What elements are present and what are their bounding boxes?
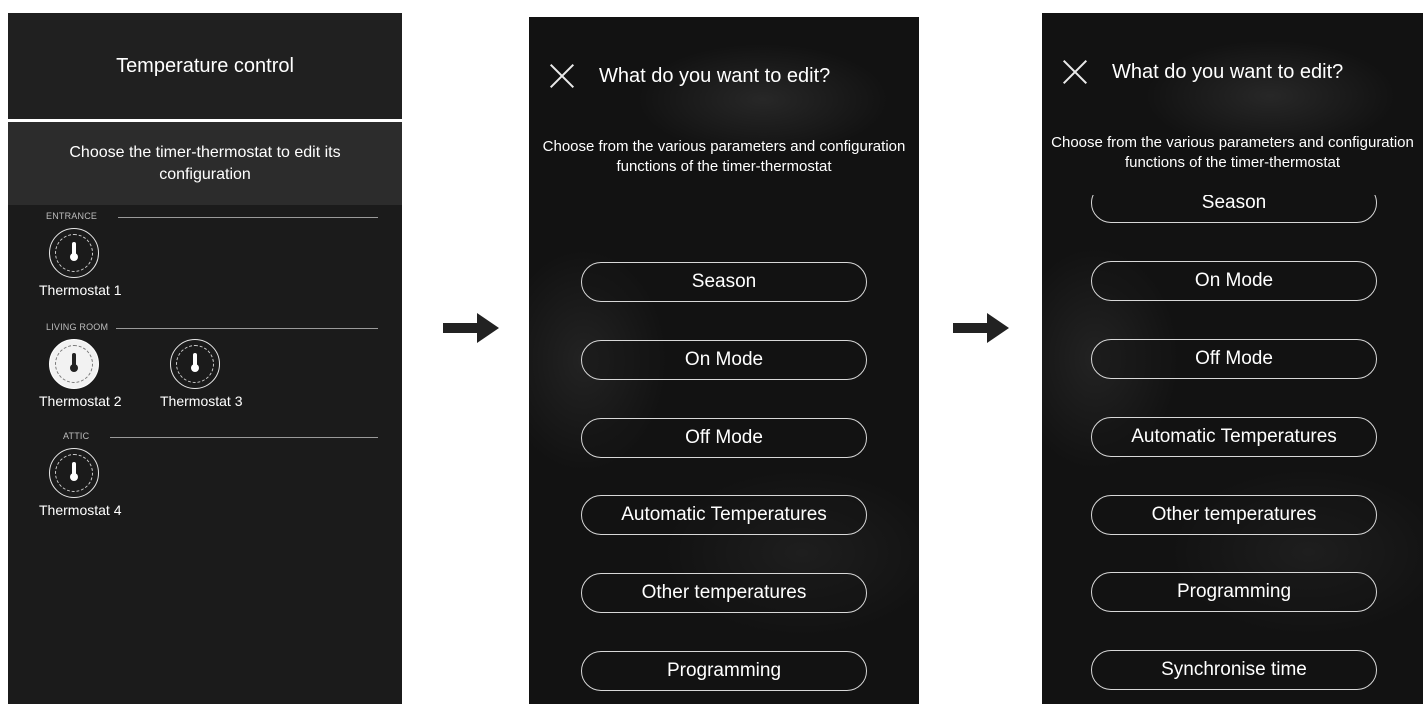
option-synchronise-time-button[interactable]: Synchronise time — [1091, 650, 1377, 690]
section-divider — [110, 437, 378, 438]
close-icon[interactable] — [549, 63, 575, 89]
thermostat-item-selected[interactable]: Thermostat 2 — [39, 339, 159, 409]
section-label: ATTIC — [63, 431, 90, 441]
thermostat-name: Thermostat 4 — [39, 502, 122, 518]
option-on-mode-button[interactable]: On Mode — [581, 340, 867, 380]
section-label: ENTRANCE — [46, 211, 98, 221]
thermostat-dial-icon — [170, 339, 220, 389]
thermostat-dial-icon — [49, 448, 99, 498]
thermostat-item[interactable]: Thermostat 3 — [160, 339, 280, 409]
edit-description: Choose from the various parameters and c… — [1051, 134, 1414, 171]
option-on-mode-button[interactable]: On Mode — [1091, 261, 1377, 301]
options-scroll-list[interactable]: Season On Mode Off Mode Automatic Temper… — [1042, 195, 1423, 704]
arrow-right-icon — [443, 313, 499, 343]
page-title: Temperature control — [8, 13, 402, 119]
thermostat-item[interactable]: Thermostat 1 — [39, 228, 159, 298]
thermostat-name: Thermostat 2 — [39, 393, 122, 409]
edit-menu-screen-scrolled: What do you want to edit? Choose from th… — [1042, 13, 1423, 704]
option-season-button[interactable]: Season — [581, 262, 867, 302]
thermostat-name: Thermostat 1 — [39, 282, 122, 298]
edit-title: What do you want to edit? — [1112, 61, 1344, 83]
edit-menu-screen: What do you want to edit? Choose from th… — [529, 17, 919, 704]
option-programming-button[interactable]: Programming — [1091, 572, 1377, 612]
section-divider — [116, 328, 378, 329]
thermostat-list-screen: Temperature control Choose the timer-the… — [8, 13, 402, 704]
thermostat-item[interactable]: Thermostat 4 — [39, 448, 159, 518]
close-icon[interactable] — [1062, 59, 1088, 85]
page-subtitle: Choose the timer-thermostat to edit its … — [8, 122, 402, 205]
edit-description: Choose from the various parameters and c… — [542, 138, 906, 175]
option-off-mode-button[interactable]: Off Mode — [1091, 339, 1377, 379]
edit-title: What do you want to edit? — [599, 65, 831, 87]
section-divider — [118, 217, 378, 218]
thermostat-dial-icon — [49, 228, 99, 278]
option-programming-button[interactable]: Programming — [581, 651, 867, 691]
option-automatic-temperatures-button[interactable]: Automatic Temperatures — [1091, 417, 1377, 457]
arrow-right-icon — [953, 313, 1009, 343]
thermostat-dial-icon — [49, 339, 99, 389]
option-season-button[interactable]: Season — [1091, 195, 1377, 223]
option-automatic-temperatures-button[interactable]: Automatic Temperatures — [581, 495, 867, 535]
option-other-temperatures-button[interactable]: Other temperatures — [1091, 495, 1377, 535]
option-off-mode-button[interactable]: Off Mode — [581, 418, 867, 458]
thermostat-name: Thermostat 3 — [160, 393, 243, 409]
section-label: LIVING ROOM — [46, 322, 109, 332]
option-other-temperatures-button[interactable]: Other temperatures — [581, 573, 867, 613]
